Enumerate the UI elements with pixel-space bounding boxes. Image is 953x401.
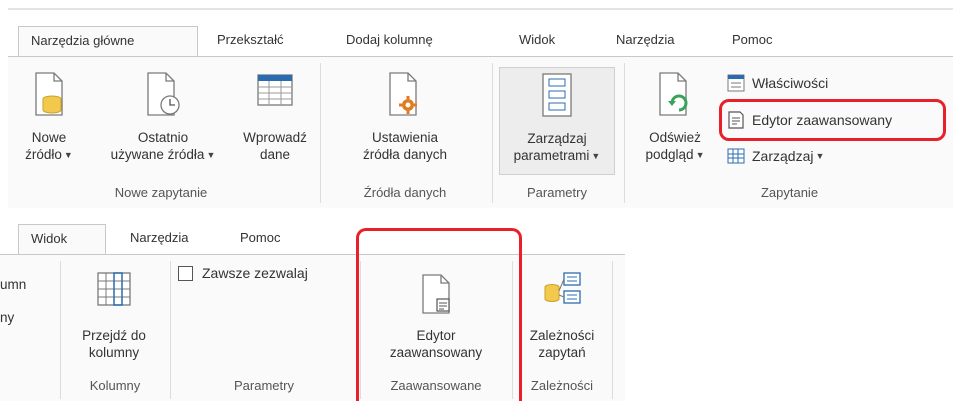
properties-label: Właściwości xyxy=(752,75,829,91)
enter-data-label-2: dane xyxy=(259,147,291,162)
refresh-preview-label-2: podgląd xyxy=(645,147,694,162)
tab-add-column[interactable]: Dodaj kolumnę xyxy=(334,26,445,56)
group-label-data-sources: Źródła danych xyxy=(363,185,447,200)
checkbox-icon[interactable] xyxy=(178,265,193,281)
group-label-columns: Kolumny xyxy=(89,378,141,393)
group-label-parameters: Parametry xyxy=(527,185,587,200)
dropdown-caret-icon: ▼ xyxy=(591,151,601,161)
tab-transform[interactable]: Przekształć xyxy=(205,26,295,56)
manage-query-label: Zarządzaj xyxy=(752,148,814,164)
table-icon xyxy=(727,148,745,164)
dropdown-caret-icon: ▼ xyxy=(815,151,825,161)
query-dependencies-label-1: Zależności xyxy=(529,328,595,343)
advanced-editor-button[interactable]: Edytor zaawansowany xyxy=(726,110,892,130)
advanced-editor-label-2: zaawansowany xyxy=(389,345,483,360)
enter-data-label-1: Wprowadź xyxy=(243,130,307,145)
recent-sources-label-2: używane źródła xyxy=(110,147,205,162)
query-dependencies-button[interactable]: Zależności zapytań xyxy=(514,269,610,361)
go-to-column-button[interactable]: Przejdź do kolumny xyxy=(62,269,166,361)
refresh-preview-button[interactable]: Odśwież podgląd ▼ xyxy=(630,71,720,164)
advanced-editor-button[interactable]: Edytor zaawansowany xyxy=(362,269,510,361)
clipped-label-2: ny xyxy=(0,310,15,325)
group-label-query: Zapytanie xyxy=(760,185,819,200)
always-allow-label: Zawsze zezwalaj xyxy=(202,265,308,281)
list-icon xyxy=(535,72,579,124)
new-source-label-2: źródło xyxy=(25,147,62,162)
manage-query-button[interactable]: Zarządzaj ▼ xyxy=(726,146,824,166)
recent-sources-button[interactable]: Ostatnio używane źródła ▼ xyxy=(88,71,238,164)
group-label-new-query: Nowe zapytanie xyxy=(114,185,208,200)
tab-tools[interactable]: Narzędzia xyxy=(604,26,687,56)
ribbon-view: Widok Narzędzia Pomoc umn ny Przejdź do … xyxy=(0,216,953,401)
gear-icon xyxy=(383,71,427,123)
ribbon-home: Narzędzia główne Przekształć Dodaj kolum… xyxy=(0,0,953,208)
query-dependencies-label-2: zapytań xyxy=(538,345,586,360)
tab-help[interactable]: Pomoc xyxy=(720,26,784,56)
always-allow-checkbox[interactable]: Zawsze zezwalaj xyxy=(178,265,308,281)
ribbon-panel-home: Nowe źródło▼ Ostatnio używane źródła▼ xyxy=(8,56,953,208)
new-source-button[interactable]: Nowe źródło ▼ xyxy=(10,71,88,164)
group-separator xyxy=(624,63,625,203)
advanced-editor-icon xyxy=(728,111,744,129)
group-label-dependencies: Zależności xyxy=(530,378,594,393)
ribbon-tabs: Narzędzia główne Przekształć Dodaj kolum… xyxy=(0,26,953,56)
group-label-advanced: Zaawansowane xyxy=(390,378,482,393)
tab-help[interactable]: Pomoc xyxy=(228,224,292,254)
dropdown-caret-icon: ▼ xyxy=(63,150,73,160)
refresh-preview-label-1: Odśwież xyxy=(649,130,701,145)
dropdown-caret-icon: ▼ xyxy=(695,150,705,160)
advanced-editor-label: Edytor zaawansowany xyxy=(752,112,893,128)
manage-parameters-button[interactable]: Zarządzaj parametrami ▼ xyxy=(499,67,615,175)
refresh-icon xyxy=(653,71,697,123)
advanced-editor-label-1: Edytor xyxy=(416,328,456,343)
go-to-column-label-2: kolumny xyxy=(88,345,140,360)
ribbon-tabs: Widok Narzędzia Pomoc xyxy=(0,224,953,254)
recent-sources-label-1: Ostatnio xyxy=(137,130,189,145)
manage-parameters-label-1: Zarządzaj xyxy=(527,131,587,146)
ribbon-panel-view: umn ny Przejdź do kolumny Kolumny Zawsze… xyxy=(0,254,625,401)
dependencies-icon xyxy=(540,269,584,321)
group-separator xyxy=(612,261,613,399)
clipped-label-1: umn xyxy=(0,277,27,292)
dropdown-caret-icon: ▼ xyxy=(206,150,216,160)
properties-button[interactable]: Właściwości xyxy=(726,73,828,93)
group-separator xyxy=(492,63,493,203)
go-to-column-label-1: Przejdź do xyxy=(82,328,146,343)
properties-icon xyxy=(727,74,745,92)
database-icon xyxy=(27,71,71,123)
data-source-settings-label-2: źródła danych xyxy=(362,147,448,162)
data-source-settings-button[interactable]: Ustawienia źródła danych xyxy=(320,71,490,163)
tab-view[interactable]: Widok xyxy=(18,224,106,254)
table-icon xyxy=(253,71,297,123)
new-source-label-1: Nowe xyxy=(31,130,67,145)
tab-tools[interactable]: Narzędzia xyxy=(118,224,201,254)
clock-icon xyxy=(141,71,185,123)
enter-data-button[interactable]: Wprowadź dane xyxy=(236,71,314,163)
group-label-parameters: Parametry xyxy=(234,378,294,393)
tab-view[interactable]: Widok xyxy=(507,26,567,56)
manage-parameters-label-2: parametrami xyxy=(513,148,590,163)
data-source-settings-label-1: Ustawienia xyxy=(371,130,439,145)
window-top-border xyxy=(8,8,953,10)
tab-home[interactable]: Narzędzia główne xyxy=(18,26,198,56)
group-separator xyxy=(360,261,361,399)
grid-icon xyxy=(92,269,136,321)
advanced-editor-icon xyxy=(414,269,458,321)
